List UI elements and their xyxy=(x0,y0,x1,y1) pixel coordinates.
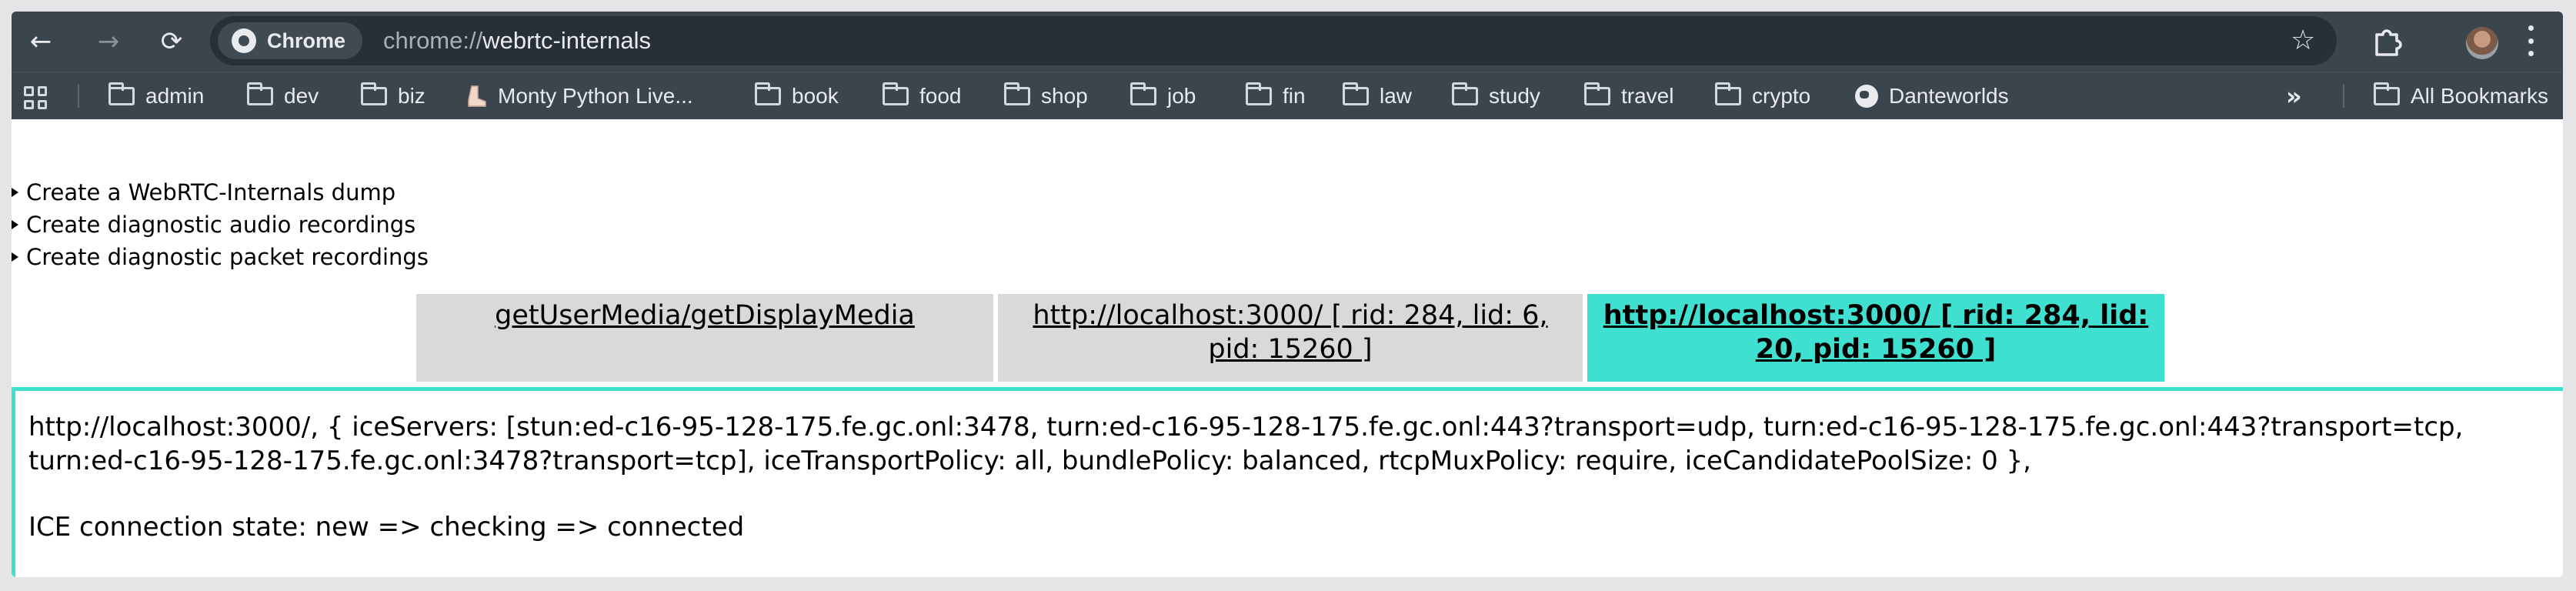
bookmark-label: All Bookmarks xyxy=(2411,84,2548,108)
bookmark-danteworlds[interactable]: Danteworlds xyxy=(1855,72,2009,120)
url-scheme: chrome:// xyxy=(383,27,483,54)
folder-icon xyxy=(2374,82,2400,105)
ice-connection-state: ICE connection state: new => checking =>… xyxy=(28,512,745,543)
bookmarks-bar: admin dev biz Monty Python Live... book … xyxy=(12,72,2563,120)
address-bar[interactable]: Chrome chrome://webrtc-internals ☆ xyxy=(210,16,2337,65)
folder-icon xyxy=(247,82,273,105)
url-host: webrtc-internals xyxy=(482,27,652,54)
folder-icon xyxy=(883,82,909,105)
disclosure-triangle-icon xyxy=(12,252,18,262)
forward-button[interactable]: → xyxy=(92,25,125,58)
tab-peer-connection-lid-20[interactable]: http://localhost:3000/ [ rid: 284, lid: … xyxy=(1587,294,2164,382)
more-menu-icon[interactable] xyxy=(2523,25,2538,56)
bookmark-book[interactable]: book xyxy=(755,72,839,120)
bookmark-label: dev xyxy=(284,84,319,108)
folder-icon xyxy=(108,82,135,105)
bookmark-shop[interactable]: shop xyxy=(1004,72,1088,120)
browser-window: ← → ⟳ Chrome chrome://webrtc-internals ☆… xyxy=(12,12,2563,577)
folder-icon xyxy=(1343,82,1369,105)
bookmark-fin[interactable]: fin xyxy=(1246,72,1306,120)
bookmark-travel[interactable]: travel xyxy=(1584,72,1673,120)
bookmark-law[interactable]: law xyxy=(1343,72,1412,120)
bookmark-label: study xyxy=(1489,84,1540,108)
folder-icon xyxy=(1246,82,1272,105)
bookmark-monty-python[interactable]: Monty Python Live... xyxy=(467,72,693,120)
browser-toolbar: ← → ⟳ Chrome chrome://webrtc-internals ☆ xyxy=(12,12,2563,72)
profile-avatar[interactable] xyxy=(2466,27,2498,59)
bookmark-dev[interactable]: dev xyxy=(247,72,319,120)
chrome-icon xyxy=(232,28,256,53)
disclosure-triangle-icon xyxy=(12,188,18,197)
tab-getusermedia[interactable]: getUserMedia/getDisplayMedia xyxy=(416,294,993,382)
folder-icon xyxy=(1715,82,1741,105)
bookmark-label: book xyxy=(792,84,839,108)
bookmark-food[interactable]: food xyxy=(883,72,962,120)
peer-connection-config: http://localhost:3000/, { iceServers: [s… xyxy=(28,412,2464,476)
bookmarks-overflow-button[interactable]: » xyxy=(2286,72,2302,120)
bookmark-label: admin xyxy=(145,84,205,108)
chip-label: Chrome xyxy=(267,29,346,52)
peer-connection-panel: http://localhost:3000/, { iceServers: [s… xyxy=(12,387,2563,577)
bookmark-label: law xyxy=(1380,84,1413,108)
globe-icon xyxy=(1855,84,1878,108)
folder-icon xyxy=(361,82,387,105)
extensions-puzzle-icon[interactable] xyxy=(2372,25,2403,56)
details-audio-recordings[interactable]: Create diagnostic audio recordings xyxy=(12,212,415,238)
bookmark-star-icon[interactable]: ☆ xyxy=(2291,16,2315,65)
reload-button[interactable]: ⟳ xyxy=(155,25,189,58)
all-bookmarks-button[interactable]: All Bookmarks xyxy=(2374,72,2548,120)
bookmark-label: food xyxy=(919,84,962,108)
folder-icon xyxy=(1452,82,1478,105)
back-button[interactable]: ← xyxy=(24,25,58,58)
page-content: Create a WebRTC-Internals dump Create di… xyxy=(12,119,2563,577)
bookmark-study[interactable]: study xyxy=(1452,72,1540,120)
details-label: Create diagnostic packet recordings xyxy=(26,244,429,270)
bookmarks-divider xyxy=(2343,85,2344,108)
bookmark-label: Danteworlds xyxy=(1889,84,2009,108)
bookmark-label: Monty Python Live... xyxy=(498,84,693,108)
bookmark-label: shop xyxy=(1041,84,1088,108)
boot-icon xyxy=(468,85,486,107)
bookmark-label: biz xyxy=(398,84,425,108)
bookmark-job[interactable]: job xyxy=(1130,72,1196,120)
tab-peer-connection-lid-6[interactable]: http://localhost:3000/ [ rid: 284, lid: … xyxy=(998,294,1583,382)
bookmark-biz[interactable]: biz xyxy=(361,72,425,120)
disclosure-triangle-icon xyxy=(12,220,18,229)
details-packet-recordings[interactable]: Create diagnostic packet recordings xyxy=(12,244,429,270)
folder-icon xyxy=(755,82,781,105)
url-text[interactable]: chrome://webrtc-internals xyxy=(383,16,651,65)
bookmarks-divider xyxy=(78,85,79,108)
bookmark-label: travel xyxy=(1621,84,1674,108)
folder-icon xyxy=(1130,82,1156,105)
bookmark-label: job xyxy=(1167,84,1196,108)
bookmark-admin[interactable]: admin xyxy=(108,72,204,120)
bookmark-crypto[interactable]: crypto xyxy=(1715,72,1810,120)
details-label: Create a WebRTC-Internals dump xyxy=(26,179,396,205)
folder-icon xyxy=(1004,82,1030,105)
apps-grid-icon[interactable] xyxy=(24,86,47,109)
folder-icon xyxy=(1584,82,1610,105)
site-info-chip[interactable]: Chrome xyxy=(218,22,363,59)
details-label: Create diagnostic audio recordings xyxy=(26,212,416,238)
details-dump[interactable]: Create a WebRTC-Internals dump xyxy=(12,179,395,205)
bookmark-label: fin xyxy=(1283,84,1306,108)
bookmark-label: crypto xyxy=(1752,84,1811,108)
